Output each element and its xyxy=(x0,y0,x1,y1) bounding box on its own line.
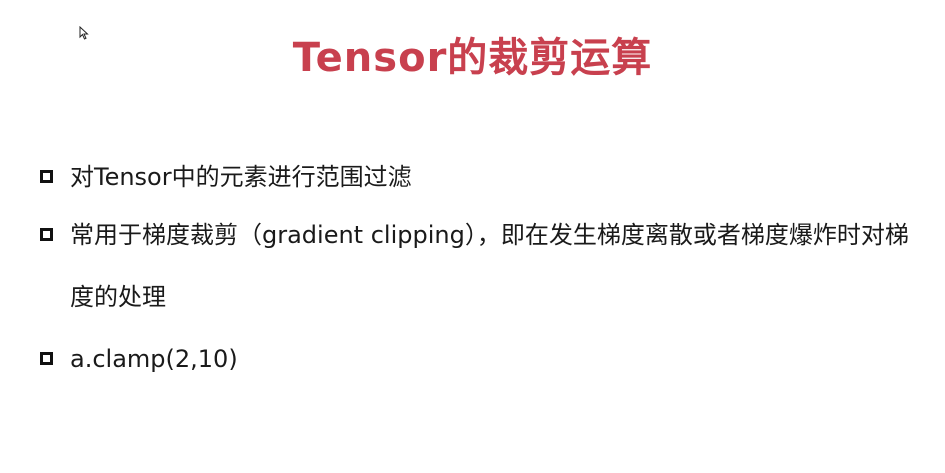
bullet-list: 对Tensor中的元素进行范围过滤 常用于梯度裁剪（gradient clipp… xyxy=(40,150,920,390)
list-item: a.clamp(2,10) xyxy=(40,328,920,390)
square-bullet-icon xyxy=(40,170,53,183)
bullet-text: a.clamp(2,10) xyxy=(70,345,238,373)
list-item: 常用于梯度裁剪（gradient clipping），即在发生梯度离散或者梯度爆… xyxy=(40,204,920,328)
list-item: 对Tensor中的元素进行范围过滤 xyxy=(40,150,920,204)
square-bullet-icon xyxy=(40,352,53,365)
slide: Tensor的裁剪运算 对Tensor中的元素进行范围过滤 常用于梯度裁剪（gr… xyxy=(0,0,945,473)
bullet-text: 对Tensor中的元素进行范围过滤 xyxy=(70,163,412,191)
slide-title: Tensor的裁剪运算 xyxy=(292,35,653,81)
square-bullet-icon xyxy=(40,228,53,241)
bullet-text: 常用于梯度裁剪（gradient clipping），即在发生梯度离散或者梯度爆… xyxy=(70,221,909,311)
